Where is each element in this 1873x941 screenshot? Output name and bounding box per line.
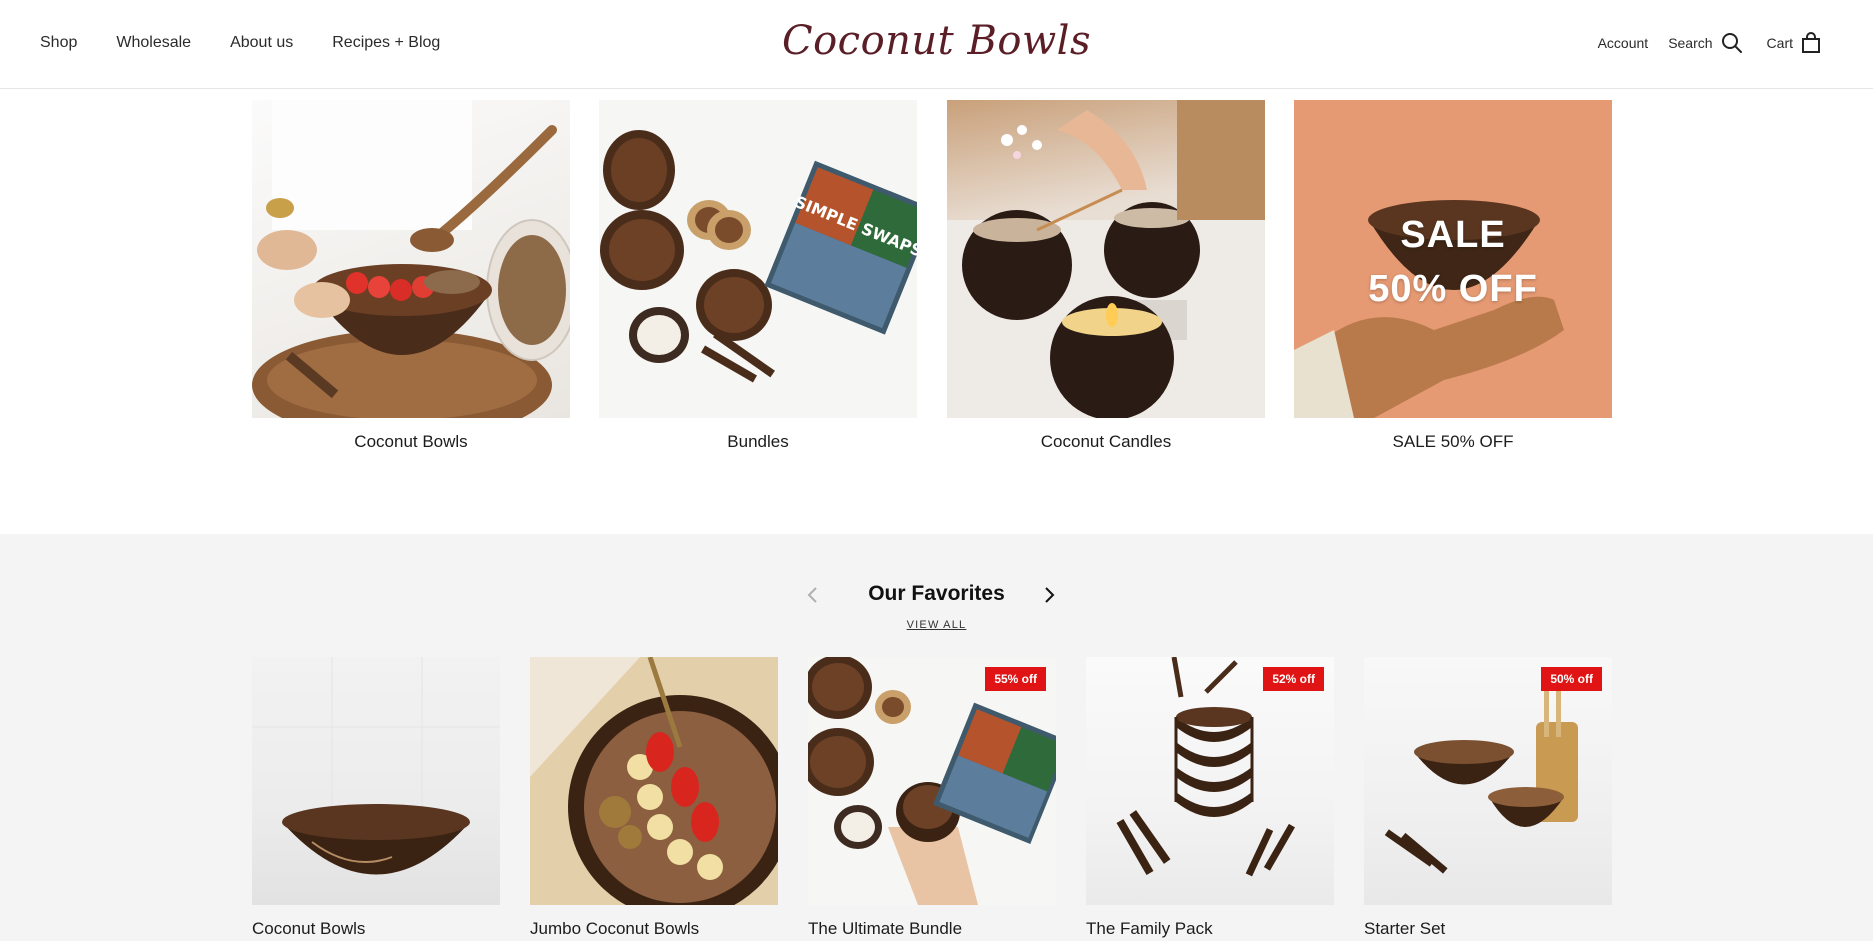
account-link[interactable]: Account xyxy=(1598,35,1649,51)
product-card[interactable]: Coconut Bowls xyxy=(252,657,500,939)
sale-overlay-line1: SALE xyxy=(1400,214,1506,256)
section-title: Our Favorites xyxy=(868,582,1005,605)
header-actions: Account Search Cart xyxy=(1598,0,1821,86)
shopping-bag-icon xyxy=(1802,32,1820,53)
product-image xyxy=(252,657,500,905)
favorites-section: Our Favorites VIEW ALL Coconut Bowls Jum… xyxy=(0,534,1873,941)
site-header: Shop Wholesale About us Recipes + Blog C… xyxy=(0,0,1873,89)
tile-label: Coconut Bowls xyxy=(354,432,468,451)
product-card[interactable]: 50% off Starter Set xyxy=(1364,657,1612,939)
product-name: Starter Set xyxy=(1364,919,1446,938)
coconut-bowls-image xyxy=(252,100,570,418)
tile-label: Coconut Candles xyxy=(1040,432,1172,451)
coconut-candles-image xyxy=(947,100,1265,418)
search-icon xyxy=(1721,33,1742,53)
collection-tile-sale[interactable]: SALE 50% OFF SALE 50% OFF xyxy=(1294,100,1612,452)
product-name: Coconut Bowls xyxy=(252,919,366,938)
chevron-right-icon xyxy=(1045,587,1055,603)
product-image: 52% off xyxy=(1086,657,1334,905)
product-name: The Ultimate Bundle xyxy=(808,919,963,938)
tile-label: Bundles xyxy=(727,432,789,451)
discount-badge: 52% off xyxy=(1263,667,1324,691)
view-all-link[interactable]: VIEW ALL xyxy=(907,619,967,631)
product-name: The Family Pack xyxy=(1086,919,1213,938)
discount-badge: 50% off xyxy=(1541,667,1602,691)
cart-label: Cart xyxy=(1766,35,1793,51)
collection-tile-coconut-bowls[interactable]: Coconut Bowls xyxy=(252,100,570,452)
product-name: Jumbo Coconut Bowls xyxy=(530,919,700,938)
product-card[interactable]: Jumbo Coconut Bowls xyxy=(530,657,778,939)
search-label: Search xyxy=(1668,35,1713,51)
bundles-image: SIMPLE SWAPS xyxy=(599,100,917,418)
site-logo[interactable]: Coconut Bowls xyxy=(0,18,1873,64)
carousel-next-button[interactable] xyxy=(1042,586,1056,609)
product-card[interactable]: 55% off The Ultimate Bundle xyxy=(808,657,1056,939)
tile-label: SALE 50% OFF xyxy=(1392,432,1514,451)
search-button[interactable]: Search xyxy=(1668,32,1742,54)
product-image: 55% off xyxy=(808,657,1056,905)
sale-image: SALE 50% OFF xyxy=(1294,100,1612,418)
discount-badge: 55% off xyxy=(985,667,1046,691)
product-card[interactable]: 52% off The Family Pack xyxy=(1086,657,1334,939)
collection-tile-coconut-candles[interactable]: Coconut Candles xyxy=(947,100,1265,452)
collection-tile-bundles[interactable]: SIMPLE SWAPS Bundles xyxy=(599,100,917,452)
sale-overlay: SALE 50% OFF xyxy=(1294,208,1612,316)
sale-overlay-line2: 50% OFF xyxy=(1368,268,1538,310)
product-image: 50% off xyxy=(1364,657,1612,905)
cart-button[interactable]: Cart xyxy=(1767,32,1821,54)
product-image xyxy=(530,657,778,905)
